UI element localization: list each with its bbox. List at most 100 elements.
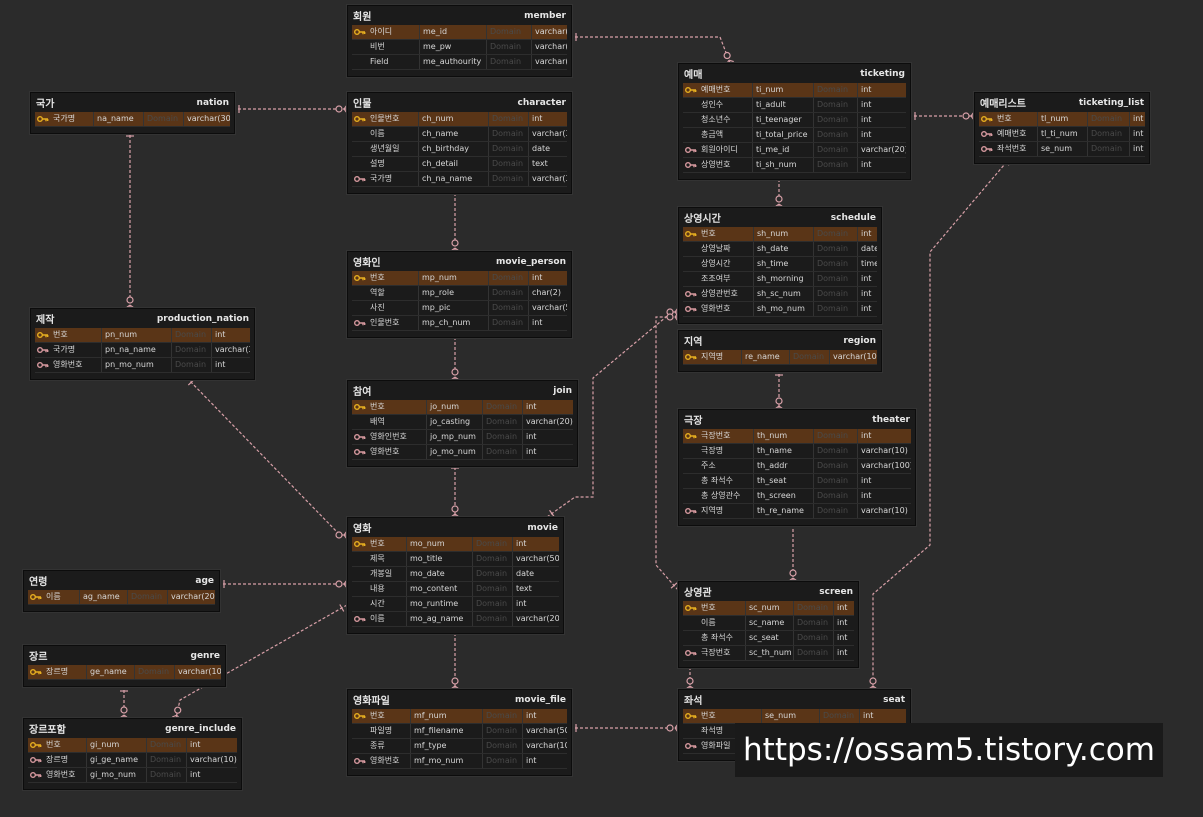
table-row[interactable]: 조조여부 sh_morning Domain int: [683, 272, 877, 287]
table-row[interactable]: 영화번호 sh_mo_num Domain int: [683, 302, 877, 317]
table-row[interactable]: 극장명 th_name Domain varchar(10): [683, 444, 911, 459]
table-row[interactable]: 파일명mf_filenameDomainvarchar(50): [352, 724, 567, 739]
relationship-movie_file-seat[interactable]: [570, 723, 679, 733]
table-movie_file[interactable]: 영화파일 movie_file 번호 mf_num Domain int 파일명 mf_fil…: [347, 689, 572, 776]
table-row[interactable]: 장르명 ge_name Domain varchar(10): [28, 665, 221, 680]
table-header[interactable]: 상영관 screen: [679, 582, 858, 601]
table-header[interactable]: 지역 region: [679, 331, 881, 350]
table-row[interactable]: 지역명 re_name Domain varchar(10): [683, 350, 877, 365]
table-header[interactable]: 장르포함 genre_include: [24, 719, 241, 738]
table-production_nation[interactable]: 제작 production_nation 번호 pn_num Domain int 국가명 p…: [30, 308, 255, 380]
table-nation[interactable]: 국가 nation 국가명 na_name Domain varchar(30): [30, 92, 235, 134]
table-row[interactable]: 영화번호 mf_mo_num Domain int: [352, 754, 567, 769]
table-row[interactable]: 극장번호 sc_th_num Domain int: [683, 646, 854, 661]
table-header[interactable]: 영화인 movie_person: [348, 252, 571, 271]
table-header[interactable]: 국가 nation: [31, 93, 234, 112]
table-row[interactable]: 인물번호 ch_num Domain int: [352, 112, 567, 127]
table-row[interactable]: 번호 jo_num Domain int: [352, 400, 573, 415]
table-row[interactable]: 극장번호 th_num Domain int: [683, 429, 911, 444]
table-row[interactable]: 상영날짜 sh_date Domain date: [683, 242, 877, 257]
table-row[interactable]: 성인수 ti_adult Domain int: [683, 98, 906, 113]
table-row[interactable]: 번호 sc_num Domain int: [683, 601, 854, 616]
table-row[interactable]: 종류mf_typeDomainvarchar(10): [352, 739, 567, 754]
table-row[interactable]: 비번me_pwDomainvarchar(20): [352, 40, 567, 55]
table-schedule[interactable]: 상영시간 schedule 번호 sh_num Domain int 상영날짜 sh_date…: [678, 207, 882, 324]
table-header[interactable]: 제작 production_nation: [31, 309, 254, 328]
table-row[interactable]: 영화번호 pn_mo_num Domain int: [35, 358, 250, 373]
table-header[interactable]: 좌석 seat: [679, 690, 910, 709]
table-row[interactable]: 청소년수 ti_teenager Domain int: [683, 113, 906, 128]
table-row[interactable]: 이름 ag_name Domain varchar(20): [28, 590, 215, 605]
table-row[interactable]: 예매번호 tl_ti_num Domain int: [979, 127, 1145, 142]
table-header[interactable]: 장르 genre: [24, 646, 225, 665]
table-row[interactable]: 좌석번호 se_num Domain int: [979, 142, 1145, 157]
table-region[interactable]: 지역 region 지역명 re_name Domain varchar(10): [678, 330, 882, 372]
table-row[interactable]: 개봉일 mo_date Domain date: [352, 567, 559, 582]
table-row[interactable]: 상영관번호 sh_sc_num Domain int: [683, 287, 877, 302]
table-row[interactable]: 사진mp_picDomainvarchar(50): [352, 301, 567, 316]
table-row[interactable]: 배역 jo_casting Domain varchar(20): [352, 415, 573, 430]
table-row[interactable]: 이름 mo_ag_name Domain varchar(20): [352, 612, 559, 627]
table-row[interactable]: 번호 se_num Domain int: [683, 709, 906, 724]
table-row[interactable]: 영화번호 jo_mo_num Domain int: [352, 445, 573, 460]
relationship-region-theater[interactable]: [774, 369, 784, 410]
relationship-age-movie[interactable]: [218, 579, 348, 589]
relationship-ticketing-ticketing_list[interactable]: [909, 111, 975, 121]
table-character[interactable]: 인물 character 인물번호 ch_num Domain int 이름 ch_name D…: [347, 92, 572, 194]
table-header[interactable]: 연령 age: [24, 571, 219, 590]
relationship-movie_person-join[interactable]: [450, 332, 460, 381]
table-header[interactable]: 상영시간 schedule: [679, 208, 881, 227]
table-header[interactable]: 예매리스트 ticketing_list: [975, 93, 1149, 112]
table-row[interactable]: 상영시간 sh_time Domain time: [683, 257, 877, 272]
relationship-genre-genre_include[interactable]: [119, 685, 129, 719]
table-row[interactable]: 설명 ch_detail Domain text: [352, 157, 567, 172]
table-theater[interactable]: 극장 theater 극장번호 th_num Domain int 극장명 th_name Do…: [678, 409, 916, 526]
table-row[interactable]: 영화번호 gi_mo_num Domain int: [28, 768, 237, 783]
table-genre_include[interactable]: 장르포함 genre_include 번호 gi_num Domain int 장르명 gi_…: [23, 718, 242, 790]
table-row[interactable]: 번호 pn_num Domain int: [35, 328, 250, 343]
table-row[interactable]: 이름ch_nameDomainvarchar(30): [352, 127, 567, 142]
table-genre[interactable]: 장르 genre 장르명 ge_name Domain varchar(10): [23, 645, 226, 687]
table-row[interactable]: 이름 sc_name Domain int: [683, 616, 854, 631]
table-row[interactable]: 상영번호 ti_sh_num Domain int: [683, 158, 906, 173]
relationship-character-movie_person[interactable]: [450, 188, 460, 252]
table-row[interactable]: 총금액 ti_total_price Domain int: [683, 128, 906, 143]
table-header[interactable]: 참여 join: [348, 381, 577, 400]
table-row[interactable]: 생년월일 ch_birthday Domain date: [352, 142, 567, 157]
table-row[interactable]: 주소 th_addr Domain varchar(100): [683, 459, 911, 474]
table-ticketing_list[interactable]: 예매리스트 ticketing_list 번호 tl_num Domain int 예매번호…: [974, 92, 1150, 164]
table-row[interactable]: 역할 mp_role Domain char(2): [352, 286, 567, 301]
table-row[interactable]: 영화인번호 jo_mp_num Domain int: [352, 430, 573, 445]
relationship-member-ticketing[interactable]: [570, 33, 734, 65]
table-row[interactable]: 장르명 gi_ge_name Domain varchar(10): [28, 753, 237, 768]
relationship-screen-schedule[interactable]: [655, 312, 679, 591]
table-row[interactable]: Fieldme_authourityDomainvarchar(5): [352, 55, 567, 70]
table-row[interactable]: 제목 mo_title Domain varchar(50): [352, 552, 559, 567]
table-row[interactable]: 번호 mf_num Domain int: [352, 709, 567, 724]
table-row[interactable]: 아이디me_idDomainvarchar(20): [352, 25, 567, 40]
table-join[interactable]: 참여 join 번호 jo_num Domain int 배역 jo_casting Domai…: [347, 380, 578, 467]
relationship-movie-movie_file[interactable]: [450, 628, 460, 690]
relationship-nation-character[interactable]: [233, 104, 348, 114]
table-header[interactable]: 인물 character: [348, 93, 571, 112]
table-header[interactable]: 영화 movie: [348, 518, 563, 537]
table-member[interactable]: 회원member아이디me_idDomainvarchar(20)비번me_pw…: [347, 5, 572, 77]
table-row[interactable]: 국가명ch_na_nameDomainvarchar(30): [352, 172, 567, 187]
table-row[interactable]: 회원아이디 ti_me_id Domain varchar(20): [683, 143, 906, 158]
table-row[interactable]: 내용 mo_content Domain text: [352, 582, 559, 597]
table-row[interactable]: 시간 mo_runtime Domain int: [352, 597, 559, 612]
table-screen[interactable]: 상영관 screen 번호 sc_num Domain int 이름 sc_name Domai…: [678, 581, 859, 668]
relationship-nation-production_nation[interactable]: [125, 130, 135, 309]
table-row[interactable]: 예매번호 ti_num Domain int: [683, 83, 906, 98]
table-row[interactable]: 번호 sh_num Domain int: [683, 227, 877, 242]
table-row[interactable]: 국가명pn_na_nameDomainvarchar(30): [35, 343, 250, 358]
table-header[interactable]: 회원 member: [348, 6, 571, 25]
table-row[interactable]: 번호 tl_num Domain int: [979, 112, 1145, 127]
table-row[interactable]: 총 상영관수 th_screen Domain int: [683, 489, 911, 504]
table-row[interactable]: 총 좌석수 th_seat Domain int: [683, 474, 911, 489]
table-header[interactable]: 예매 ticketing: [679, 64, 910, 83]
table-row[interactable]: 번호 mo_num Domain int: [352, 537, 559, 552]
table-row[interactable]: 번호 mp_num Domain int: [352, 271, 567, 286]
table-row[interactable]: 번호 gi_num Domain int: [28, 738, 237, 753]
relationship-theater-screen[interactable]: [788, 519, 798, 582]
